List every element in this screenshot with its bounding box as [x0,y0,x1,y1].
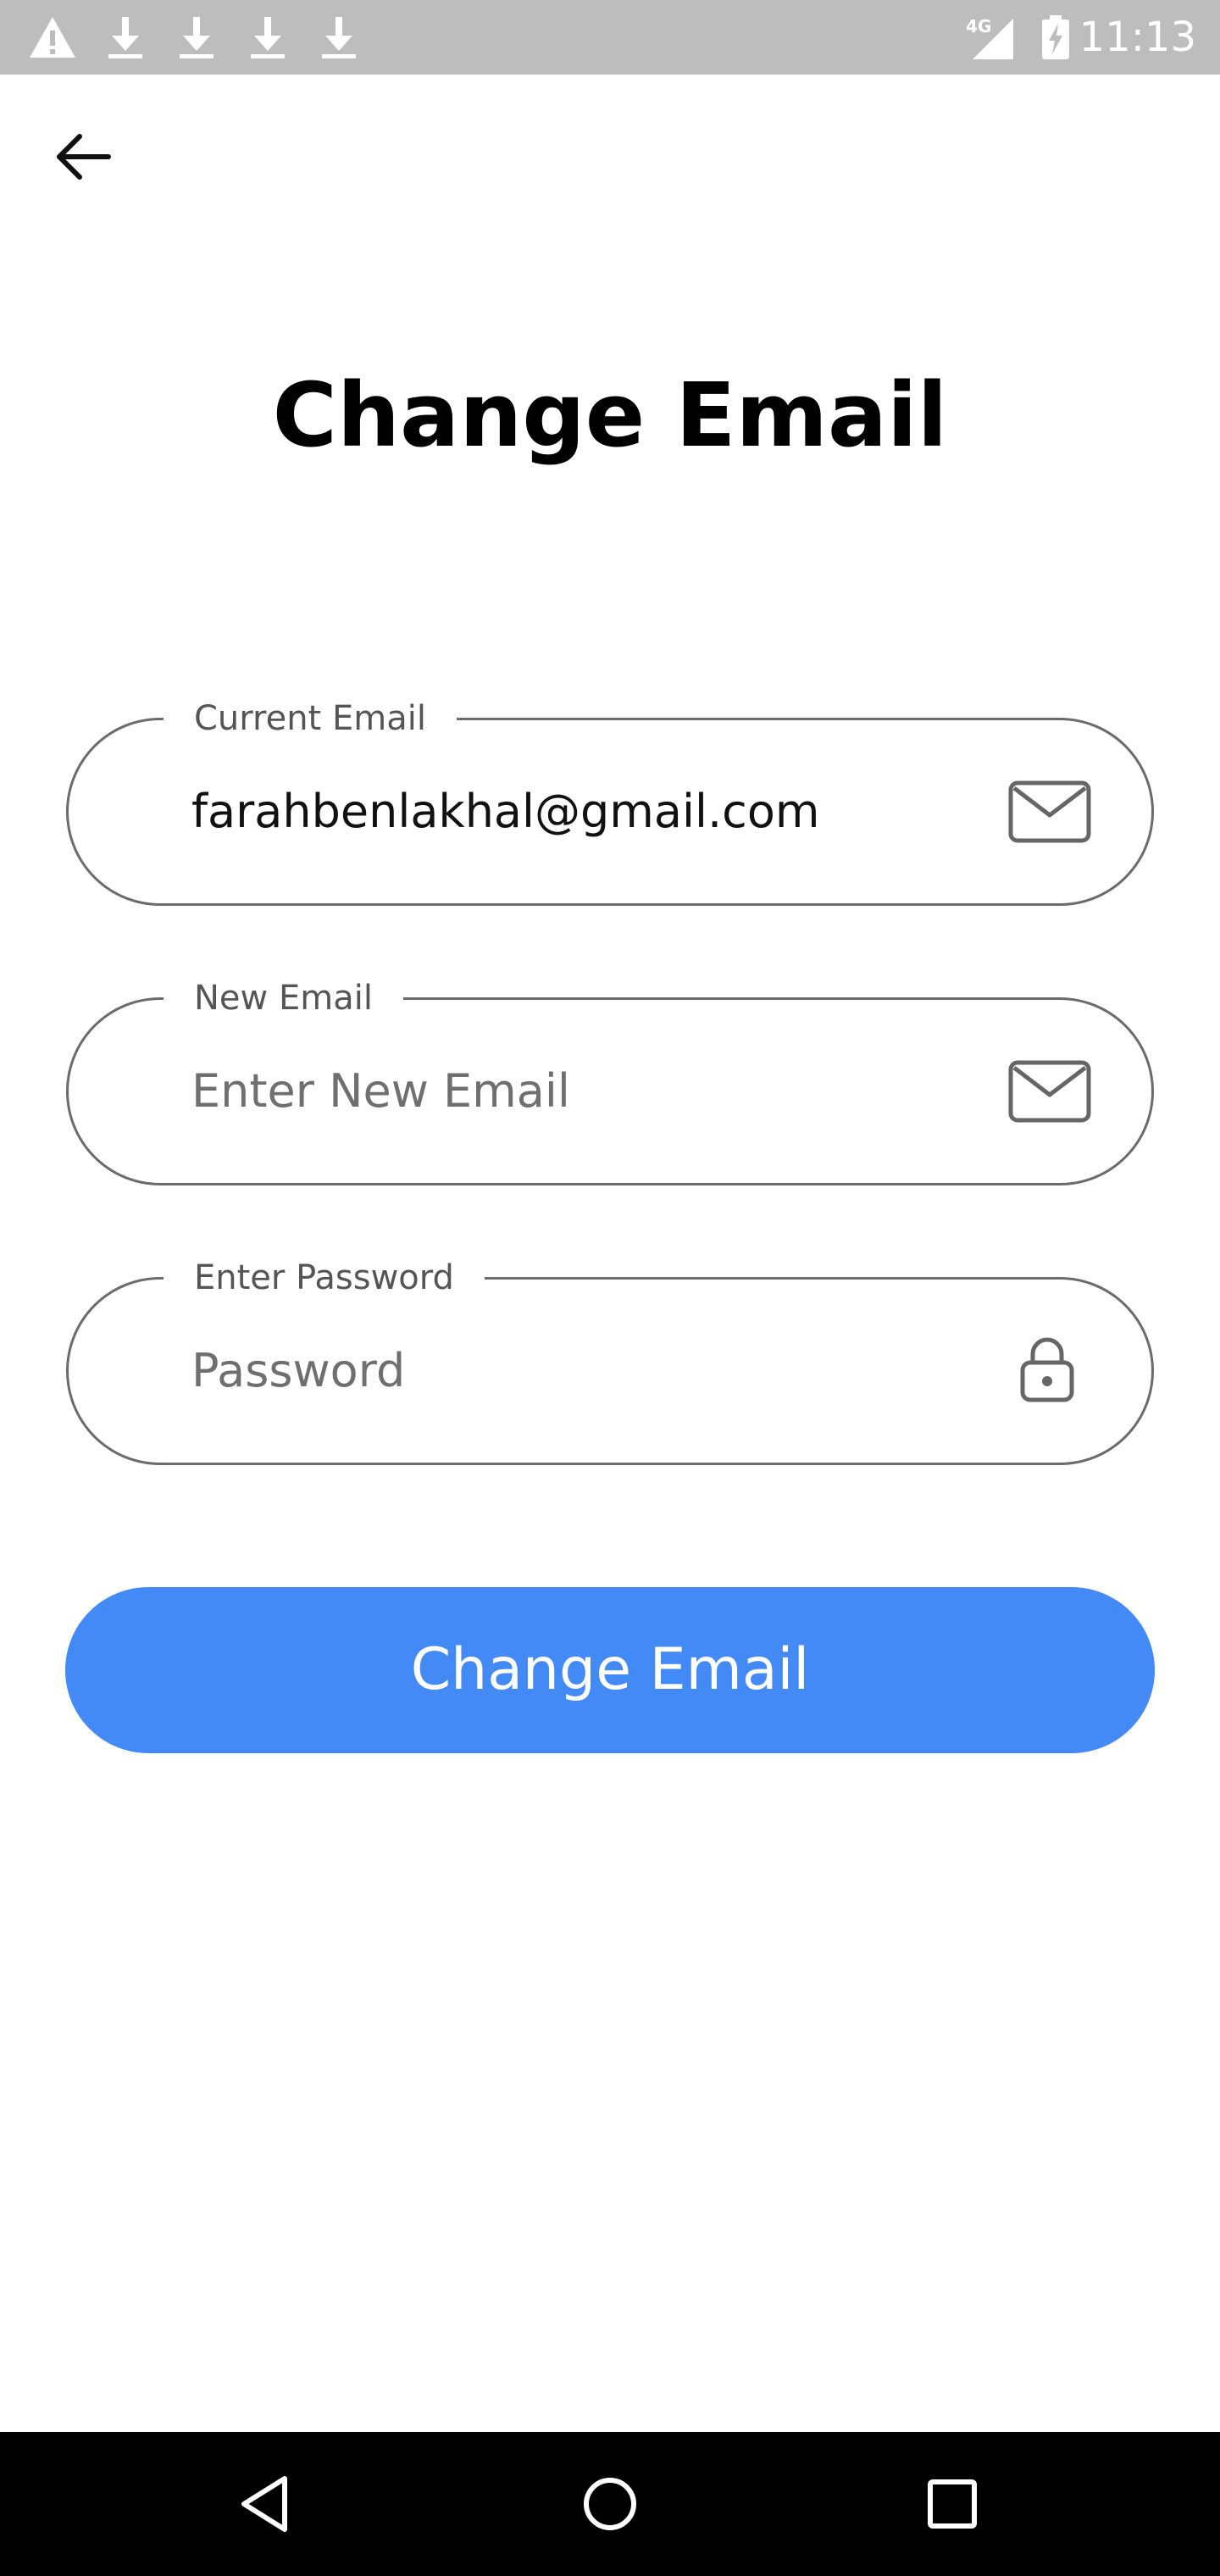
nav-recents-button[interactable] [918,2470,986,2538]
navigation-bar [0,2432,1220,2576]
current-email-value[interactable]: farahbenlakhal@gmail.com [191,720,820,903]
signal-icon: 4G [964,12,1017,63]
download-icon [171,12,222,63]
new-email-field[interactable]: New Email Enter New Email [66,974,1154,1185]
warning-icon [27,12,78,63]
back-button[interactable] [49,127,117,186]
network-type-label: 4G [966,16,991,36]
nav-back-button[interactable] [234,2470,302,2538]
mail-icon [1007,780,1092,844]
current-email-field[interactable]: Current Email farahbenlakhal@gmail.com [66,695,1154,906]
back-triangle-icon [241,2476,287,2532]
status-bar: 4G 11:13 [0,0,1220,75]
status-time: 11:13 [1079,14,1196,61]
lock-icon [1018,1335,1077,1403]
new-email-input[interactable]: Enter New Email [191,1000,570,1183]
download-icon [313,12,364,63]
recents-square-icon [928,2479,977,2529]
password-input[interactable]: Password [191,1280,405,1463]
download-icon [242,12,293,63]
mail-icon [1007,1059,1092,1124]
download-icon [100,12,151,63]
nav-home-button[interactable] [576,2470,644,2538]
change-email-button[interactable]: Change Email [65,1587,1155,1753]
home-circle-icon [584,2478,636,2530]
battery-charging-icon [1039,12,1073,63]
page-title: Change Email [272,364,948,467]
password-field[interactable]: Enter Password Password [66,1254,1154,1465]
arrow-left-icon [57,134,111,180]
